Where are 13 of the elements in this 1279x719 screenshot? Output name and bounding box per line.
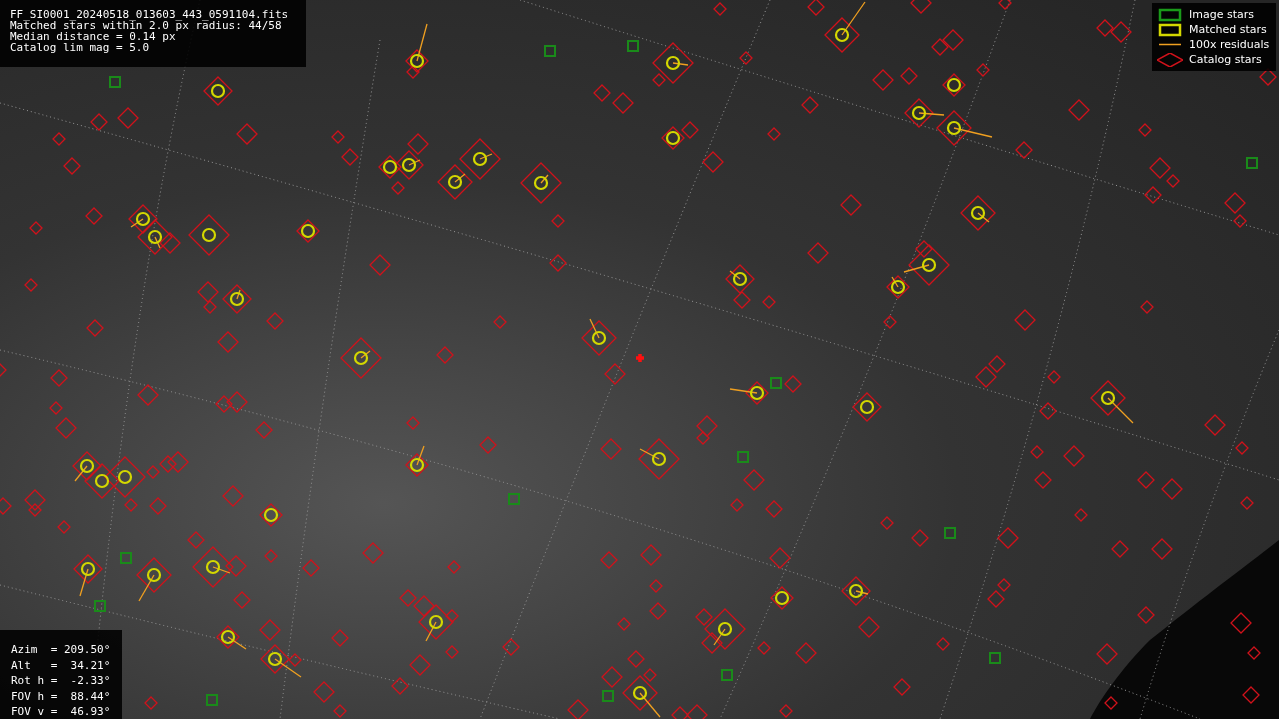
legend-label: Matched stars bbox=[1189, 22, 1267, 37]
info-text: Catalog lim mag = 5.0 bbox=[10, 42, 151, 53]
legend-label: Catalog stars bbox=[1189, 52, 1262, 67]
pointing-text: Azim = 209.50° bbox=[11, 642, 111, 658]
info-text: Median distance = 0.14 px bbox=[10, 31, 176, 42]
pointing-text: FOV h = 88.44° bbox=[11, 688, 111, 704]
pointing-text: Alt = 34.21° bbox=[11, 657, 111, 673]
pointing-text: Rot h = -2.33° bbox=[11, 673, 111, 689]
info-text: Matched stars within 2.0 px radius: 44/58 bbox=[10, 20, 282, 31]
legend-label: 100x residuals bbox=[1189, 37, 1270, 52]
legend-label: Image stars bbox=[1189, 7, 1254, 22]
pointing-text: FOV v = 46.93° bbox=[11, 704, 111, 719]
info-text: FF_SI0001_20240518_013603_443_0591104.fits bbox=[10, 9, 290, 20]
